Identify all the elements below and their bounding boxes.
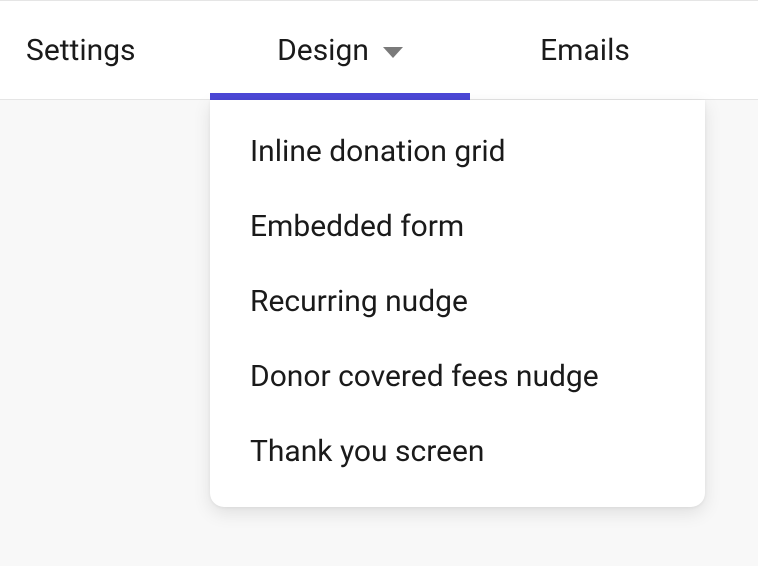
top-nav-bar: Settings Design Emails <box>0 0 758 100</box>
design-dropdown-menu: Inline donation grid Embedded form Recur… <box>210 100 705 507</box>
dropdown-item-label: Thank you screen <box>250 434 484 469</box>
chevron-down-icon <box>383 47 403 58</box>
dropdown-item-recurring-nudge[interactable]: Recurring nudge <box>210 264 705 339</box>
dropdown-item-label: Inline donation grid <box>250 134 506 169</box>
dropdown-item-thank-you-screen[interactable]: Thank you screen <box>210 414 705 489</box>
tab-emails[interactable]: Emails <box>470 1 680 99</box>
dropdown-item-label: Recurring nudge <box>250 284 468 319</box>
dropdown-item-inline-donation-grid[interactable]: Inline donation grid <box>210 114 705 189</box>
active-tab-indicator <box>210 93 470 100</box>
tab-label-design: Design <box>277 33 369 68</box>
dropdown-item-label: Embedded form <box>250 209 464 244</box>
dropdown-item-embedded-form[interactable]: Embedded form <box>210 189 705 264</box>
tab-label-settings: Settings <box>26 33 136 68</box>
dropdown-item-donor-covered-fees-nudge[interactable]: Donor covered fees nudge <box>210 339 705 414</box>
tab-label-emails: Emails <box>540 33 630 68</box>
tab-settings[interactable]: Settings <box>0 1 210 99</box>
tab-design[interactable]: Design <box>210 1 470 99</box>
dropdown-item-label: Donor covered fees nudge <box>250 359 599 394</box>
